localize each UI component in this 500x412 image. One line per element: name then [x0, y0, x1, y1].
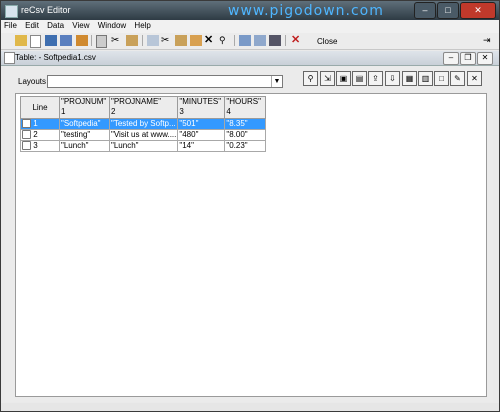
save-as-icon[interactable]: ▤ — [352, 71, 367, 86]
table-cell[interactable]: "Visit us at www.... — [108, 129, 179, 141]
table-row[interactable]: 1 "Softpedia" "Tested by Softp... "501" … — [20, 118, 267, 130]
menu-window[interactable]: Window — [95, 20, 129, 31]
goto-icon[interactable]: ⇲ — [320, 71, 335, 86]
toolbar-separator — [91, 35, 92, 46]
internal-frame-titlebar[interactable]: Table: - Softpedia1.csv – ❐ ✕ — [1, 51, 499, 66]
column-header-line[interactable]: Line — [20, 96, 60, 119]
table-cell[interactable]: "501" — [177, 118, 226, 130]
paste-over-icon[interactable] — [190, 35, 202, 46]
table-cell[interactable]: "Lunch" — [108, 140, 179, 152]
sort-icon[interactable] — [254, 35, 266, 46]
close-button[interactable]: Close — [317, 37, 337, 46]
save-icon[interactable] — [45, 35, 57, 46]
new-record-icon[interactable]: □ — [434, 71, 449, 86]
chevron-down-icon[interactable]: ▼ — [271, 76, 282, 87]
close-window-button[interactable]: ✕ — [460, 2, 496, 19]
app-window: reCsv Editor www.pigodown.com – □ ✕ File… — [0, 0, 500, 412]
row-checkbox[interactable] — [22, 119, 31, 129]
table-cell[interactable]: "14" — [177, 140, 226, 152]
table-panel: Layouts ▼ ⚲ ⇲ ▣ ▤ ⇪ ⇩ ▦ ▥ □ ✎ ✕ Line "PR… — [5, 66, 493, 402]
line-cell[interactable]: 3 — [20, 140, 60, 152]
edit-record-icon[interactable]: ✎ — [450, 71, 465, 86]
line-cell[interactable]: 1 — [20, 118, 60, 130]
table-header-row: Line "PROJNUM" 1 "PROJNAME" 2 "MINUTES" 3 "… — [20, 96, 267, 119]
paste-records-icon[interactable] — [175, 35, 187, 46]
table-row[interactable]: 3 "Lunch" "Lunch" "14" "0.23" — [20, 140, 267, 152]
internal-frame-title: Table: - Softpedia1.csv — [15, 53, 96, 62]
table-cell[interactable]: "Lunch" — [59, 140, 110, 152]
row-checkbox[interactable] — [22, 130, 31, 140]
table-cell[interactable]: "Softpedia" — [59, 118, 110, 130]
copy-icon[interactable] — [96, 35, 107, 48]
import-icon[interactable]: ⇩ — [385, 71, 400, 86]
export-icon[interactable] — [76, 35, 88, 46]
layouts-label: Layouts — [18, 77, 47, 86]
find-binoculars-icon[interactable]: ⚲ — [303, 71, 318, 86]
menu-bar: File Edit Data View Window Help — [1, 20, 499, 33]
toolbar-separator — [142, 35, 143, 46]
toolbar-separator — [285, 35, 286, 46]
save-icon[interactable]: ▣ — [336, 71, 351, 86]
cut-records-icon[interactable]: ✂ — [161, 35, 173, 46]
menu-data[interactable]: Data — [44, 20, 67, 31]
column-header-hours[interactable]: "HOURS" 4 — [224, 96, 267, 119]
save-as-icon[interactable] — [60, 35, 72, 46]
new-file-icon[interactable] — [30, 35, 41, 48]
close-icon[interactable]: ✕ — [291, 35, 303, 46]
data-table: Line "PROJNUM" 1 "PROJNAME" 2 "MINUTES" 3 "… — [20, 96, 267, 152]
find-icon[interactable]: ⚲ — [219, 35, 231, 46]
column-header-projname[interactable]: "PROJNAME" 2 — [108, 96, 179, 119]
table-cell[interactable]: "testing" — [59, 129, 110, 141]
delete-icon[interactable]: ✕ — [204, 35, 216, 46]
export-icon[interactable]: ⇪ — [368, 71, 383, 86]
table-cell[interactable]: "8.00" — [224, 129, 267, 141]
column-header-minutes[interactable]: "MINUTES" 3 — [177, 96, 226, 119]
paste-icon[interactable] — [126, 35, 138, 46]
row-checkbox[interactable] — [22, 141, 31, 151]
layout-icon[interactable] — [269, 35, 281, 46]
table-row[interactable]: 2 "testing" "Visit us at www.... "480" "… — [20, 129, 267, 141]
open-folder-icon[interactable] — [15, 35, 27, 46]
toolbar-separator — [234, 35, 235, 46]
maximize-button[interactable]: □ — [437, 2, 459, 19]
line-cell[interactable]: 2 — [20, 129, 60, 141]
copy-records-icon[interactable] — [147, 35, 159, 46]
status-bar — [1, 403, 499, 411]
app-icon — [5, 5, 18, 18]
watermark: www.pigodown.com — [228, 3, 384, 19]
data-table-container[interactable]: Line "PROJNUM" 1 "PROJNAME" 2 "MINUTES" 3 "… — [15, 93, 487, 397]
help-icon[interactable]: ⇥ — [483, 35, 495, 46]
delete-record-icon[interactable]: ✕ — [467, 71, 482, 86]
window-title: reCsv Editor — [21, 5, 71, 15]
main-toolbar: ✂ ✂ ✕ ⚲ ✕ Close ⇥ — [1, 33, 499, 50]
title-bar[interactable]: reCsv Editor www.pigodown.com – □ ✕ — [1, 1, 499, 20]
frame-restore-button[interactable]: ❐ — [460, 52, 476, 65]
table-cell[interactable]: "0.23" — [224, 140, 267, 152]
column-header-projnum[interactable]: "PROJNUM" 1 — [59, 96, 110, 119]
menu-edit[interactable]: Edit — [22, 20, 42, 31]
paste-icon[interactable]: ▦ — [402, 71, 417, 86]
move-icon[interactable] — [239, 35, 251, 46]
menu-view[interactable]: View — [69, 20, 92, 31]
document-icon — [4, 52, 15, 64]
table-cell[interactable]: "480" — [177, 129, 226, 141]
minimize-button[interactable]: – — [414, 2, 436, 19]
table-cell[interactable]: "Tested by Softp... — [108, 118, 179, 130]
menu-file[interactable]: File — [1, 20, 20, 31]
clipboard-icon[interactable]: ▥ — [418, 71, 433, 86]
menu-help[interactable]: Help — [131, 20, 153, 31]
frame-minimize-button[interactable]: – — [443, 52, 459, 65]
frame-close-button[interactable]: ✕ — [477, 52, 493, 65]
layouts-dropdown[interactable]: ▼ — [47, 75, 283, 88]
cut-icon[interactable]: ✂ — [111, 35, 123, 46]
table-cell[interactable]: "8.35" — [224, 118, 267, 130]
